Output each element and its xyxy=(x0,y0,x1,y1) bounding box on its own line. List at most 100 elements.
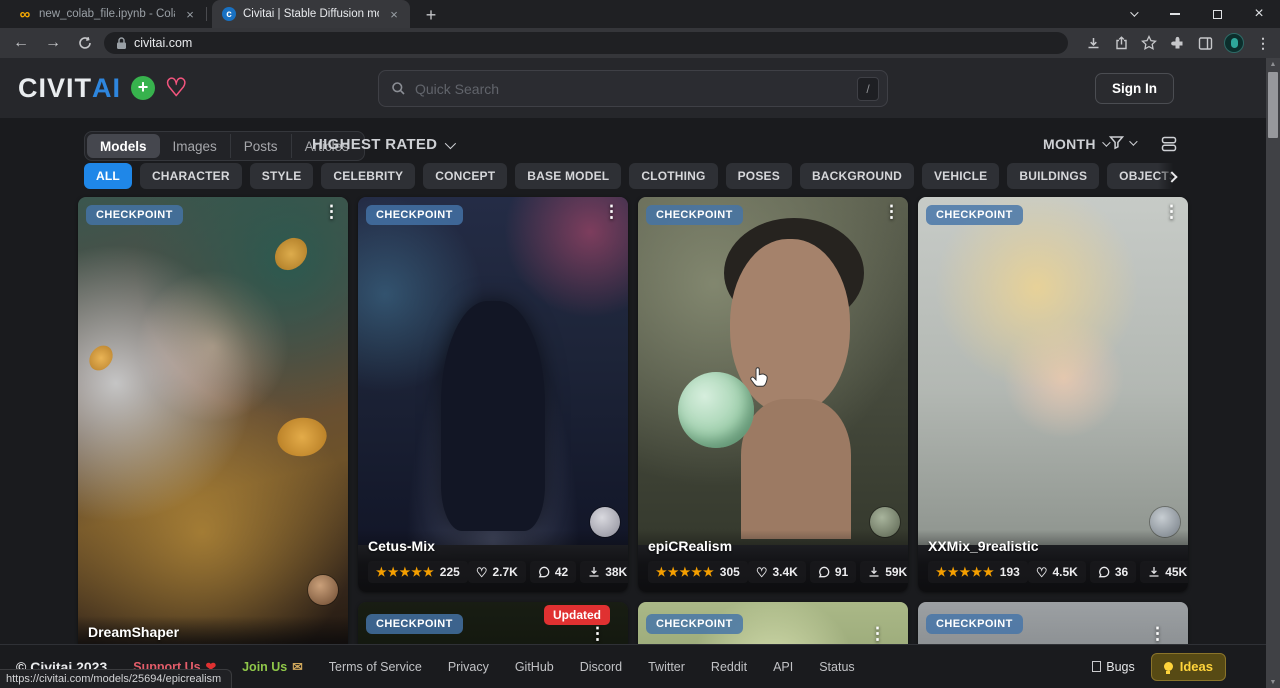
butterfly-decor xyxy=(84,342,118,374)
categories-scroll-right-button[interactable] xyxy=(1158,163,1186,190)
browser-tab-civitai[interactable]: c Civitai | Stable Diffusion models, × xyxy=(212,0,410,28)
tab-search-icon[interactable] xyxy=(1112,0,1154,28)
footer-link-status[interactable]: Status xyxy=(819,660,854,674)
star-rating-icons: ★★★★★ xyxy=(936,566,995,578)
scrollbar-thumb[interactable] xyxy=(1268,72,1278,138)
category-vehicle[interactable]: VEHICLE xyxy=(922,163,999,189)
category-clothing[interactable]: CLOTHING xyxy=(629,163,717,189)
lock-icon xyxy=(116,37,127,50)
reload-button[interactable] xyxy=(72,30,98,56)
checkpoint-badge: CHECKPOINT xyxy=(646,614,743,634)
category-background[interactable]: BACKGROUND xyxy=(800,163,914,189)
new-tab-button[interactable]: + xyxy=(418,2,444,28)
tab-images[interactable]: Images xyxy=(160,134,231,158)
card-stats: ★★★★★ 225 ♡2.7K 42 38K xyxy=(368,561,618,583)
card-menu-icon[interactable]: ⋮ xyxy=(883,202,900,222)
category-concept[interactable]: CONCEPT xyxy=(423,163,507,189)
rating-pill: ★★★★★ 305 xyxy=(648,561,748,583)
category-base-model[interactable]: BASE MODEL xyxy=(515,163,621,189)
header-heart-icon[interactable]: ♡ xyxy=(165,76,187,101)
model-card-xxmix9realistic[interactable]: CHECKPOINT ⋮ XXMix_9realistic ★★★★★ 193 … xyxy=(918,197,1188,592)
download-icon[interactable] xyxy=(1084,34,1102,52)
rating-pill: ★★★★★ 225 xyxy=(368,561,468,583)
downloads-pill: 45K xyxy=(1140,561,1188,583)
maximize-button[interactable] xyxy=(1196,0,1238,28)
ideas-button[interactable]: Ideas xyxy=(1151,653,1226,681)
category-all[interactable]: ALL xyxy=(84,163,132,189)
side-panel-icon[interactable] xyxy=(1196,34,1214,52)
card-menu-icon[interactable]: ⋮ xyxy=(869,624,886,644)
footer-link-twitter[interactable]: Twitter xyxy=(648,660,685,674)
upload-plus-button[interactable]: + xyxy=(131,76,155,100)
card-menu-icon[interactable]: ⋮ xyxy=(1163,202,1180,222)
category-filter-bar: ALL CHARACTER STYLE CELEBRITY CONCEPT BA… xyxy=(84,163,1176,190)
tab-close-icon[interactable]: × xyxy=(182,6,198,22)
stat-badges: ♡4.5K 36 45K xyxy=(1028,561,1188,583)
browser-tab-strip: ∞ new_colab_file.ipynb - Colaborat × c C… xyxy=(0,0,1280,28)
card-menu-icon[interactable]: ⋮ xyxy=(603,202,620,222)
card-menu-icon[interactable]: ⋮ xyxy=(1149,624,1166,644)
footer-link-discord[interactable]: Discord xyxy=(580,660,622,674)
creator-avatar[interactable] xyxy=(590,507,620,537)
footer-link-reddit[interactable]: Reddit xyxy=(711,660,747,674)
forward-button[interactable]: → xyxy=(40,30,66,56)
share-icon[interactable] xyxy=(1112,34,1130,52)
browser-profile-avatar[interactable] xyxy=(1224,33,1244,53)
layout-toggle-icon[interactable] xyxy=(1160,135,1178,158)
star-rating-icons: ★★★★★ xyxy=(656,566,715,578)
category-buildings[interactable]: BUILDINGS xyxy=(1007,163,1099,189)
bugs-button[interactable]: Bugs xyxy=(1092,660,1135,674)
quick-search-input[interactable]: Quick Search / xyxy=(378,70,888,107)
card-menu-icon[interactable]: ⋮ xyxy=(323,202,340,222)
model-card-epicrealism[interactable]: CHECKPOINT ⋮ epiCRealism ★★★★★ 305 ♡3.4K… xyxy=(638,197,908,592)
tab-divider xyxy=(206,7,207,21)
close-window-button[interactable]: × xyxy=(1238,0,1280,28)
card-info: Cetus-Mix ★★★★★ 225 ♡2.7K 42 38K xyxy=(358,530,628,592)
rating-pill: ★★★★★ 193 xyxy=(928,561,1028,583)
rating-count: 305 xyxy=(720,565,740,579)
window-controls: × xyxy=(1112,0,1280,28)
category-character[interactable]: CHARACTER xyxy=(140,163,242,189)
extensions-icon[interactable] xyxy=(1168,34,1186,52)
likes-count: 3.4K xyxy=(772,565,797,579)
page-scrollbar[interactable]: ▲ ▼ xyxy=(1266,58,1280,688)
scroll-down-icon[interactable]: ▼ xyxy=(1266,676,1280,688)
rating-count: 193 xyxy=(1000,565,1020,579)
bookmark-star-icon[interactable] xyxy=(1140,34,1158,52)
footer-link-github[interactable]: GitHub xyxy=(515,660,554,674)
comments-count: 36 xyxy=(1115,565,1128,579)
footer-link-api[interactable]: API xyxy=(773,660,793,674)
category-style[interactable]: STYLE xyxy=(250,163,314,189)
footer-link-join-us[interactable]: Join Us✉ xyxy=(242,659,303,674)
civitai-logo[interactable]: CIVITAI xyxy=(18,73,121,104)
creator-avatar[interactable] xyxy=(870,507,900,537)
model-card-dreamshaper[interactable]: CHECKPOINT ⋮ DreamShaper xyxy=(78,197,348,663)
tab-close-icon[interactable]: × xyxy=(386,6,402,22)
checkpoint-badge: CHECKPOINT xyxy=(926,205,1023,225)
filter-dropdown[interactable] xyxy=(1108,134,1135,151)
bubble-gum xyxy=(678,372,754,448)
creator-avatar[interactable] xyxy=(308,575,338,605)
category-celebrity[interactable]: CELEBRITY xyxy=(321,163,415,189)
browser-menu-icon[interactable]: ⋮ xyxy=(1254,34,1272,52)
sign-in-button[interactable]: Sign In xyxy=(1095,73,1174,104)
footer-link-privacy[interactable]: Privacy xyxy=(448,660,489,674)
tab-models[interactable]: Models xyxy=(87,134,160,158)
browser-tab-colab[interactable]: ∞ new_colab_file.ipynb - Colaborat × xyxy=(8,0,206,28)
footer-link-terms[interactable]: Terms of Service xyxy=(329,660,422,674)
footer-right-group: Bugs Ideas xyxy=(1092,653,1226,681)
updated-badge: Updated xyxy=(544,605,610,625)
sort-label: HIGHEST RATED xyxy=(312,136,437,153)
scroll-up-icon[interactable]: ▲ xyxy=(1266,58,1280,70)
minimize-button[interactable] xyxy=(1154,0,1196,28)
period-dropdown[interactable]: MONTH xyxy=(1043,136,1108,152)
model-card-cetus-mix[interactable]: CHECKPOINT ⋮ Cetus-Mix ★★★★★ 225 ♡2.7K 4… xyxy=(358,197,628,592)
filter-funnel-icon xyxy=(1108,134,1125,151)
back-button[interactable]: ← xyxy=(8,30,34,56)
category-poses[interactable]: POSES xyxy=(726,163,792,189)
card-menu-icon[interactable]: ⋮ xyxy=(589,624,606,644)
address-bar[interactable]: civitai.com xyxy=(104,32,1068,54)
tab-posts[interactable]: Posts xyxy=(231,134,292,158)
creator-avatar[interactable] xyxy=(1150,507,1180,537)
sort-dropdown[interactable]: HIGHEST RATED xyxy=(312,136,453,153)
